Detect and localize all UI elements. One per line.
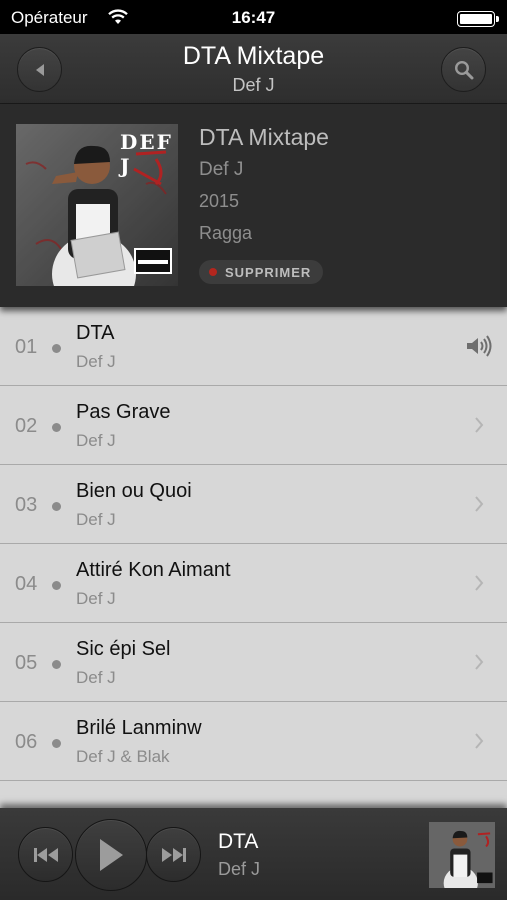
back-button[interactable]: [17, 47, 62, 92]
battery-icon: [457, 11, 499, 27]
play-icon: [100, 839, 123, 871]
delete-button[interactable]: SUPPRIMER: [199, 260, 324, 284]
track-title: DTA: [76, 322, 115, 344]
delete-dot-icon: [209, 268, 217, 276]
track-title: Sic épi Sel: [76, 638, 171, 660]
bullet-icon: [52, 581, 61, 590]
track-artist: Def J: [76, 352, 116, 371]
track-row[interactable]: 06 Brilé Lanminw Def J & Blak: [0, 702, 507, 781]
track-row[interactable]: 03 Bien ou Quoi Def J: [0, 465, 507, 544]
track-artist: Def J: [76, 510, 116, 529]
bullet-icon: [52, 423, 61, 432]
track-artist: Def J & Blak: [76, 747, 170, 766]
album-year: 2015: [199, 191, 240, 211]
search-button[interactable]: [441, 47, 486, 92]
album-title: DTA Mixtape: [199, 124, 329, 150]
bullet-icon: [52, 739, 61, 748]
track-number: 05: [15, 652, 38, 674]
track-title: Brilé Lanminw: [76, 717, 202, 739]
track-artist: Def J: [76, 668, 116, 687]
chevron-right-icon: [465, 728, 493, 754]
status-bar: Opérateur 16:47: [0, 0, 507, 34]
now-playing-cover[interactable]: [429, 822, 495, 888]
page-subtitle: Def J: [232, 75, 275, 95]
bullet-icon: [52, 344, 61, 353]
track-number: 06: [15, 731, 38, 753]
next-icon: [161, 847, 186, 862]
album-header: DEF J DTA Mixtape Def J 2015 Ragga SUPPR…: [0, 104, 507, 307]
chevron-right-icon: [465, 412, 493, 438]
bullet-icon: [52, 502, 61, 511]
track-number: 02: [15, 415, 38, 437]
bullet-icon: [52, 660, 61, 669]
search-icon: [454, 60, 473, 79]
chevron-right-icon: [465, 570, 493, 596]
track-number: 04: [15, 573, 38, 595]
track-artist: Def J: [76, 589, 116, 608]
chevron-right-icon: [465, 649, 493, 675]
now-playing-bar: DTA Def J: [0, 808, 507, 900]
back-arrow-icon: [35, 63, 44, 76]
track-row[interactable]: 05 Sic épi Sel Def J: [0, 623, 507, 702]
track-title: Attiré Kon Aimant: [76, 559, 231, 581]
track-artist: Def J: [76, 431, 116, 450]
navigation-bar: DTA Mixtape Def J: [0, 34, 507, 104]
now-playing-artist: Def J: [218, 859, 261, 879]
track-number: 01: [15, 336, 38, 358]
album-cover: DEF J: [16, 124, 178, 286]
track-title: Pas Grave: [76, 401, 171, 423]
play-button[interactable]: [75, 819, 147, 891]
track-row[interactable]: 02 Pas Grave Def J: [0, 386, 507, 465]
delete-label: SUPPRIMER: [225, 264, 312, 280]
previous-icon: [33, 847, 58, 862]
cover-logo-text: DEF J: [120, 130, 173, 178]
track-list[interactable]: 01 DTA Def J 02 Pas Grave Def J 03 Bien …: [0, 307, 507, 808]
next-button[interactable]: [146, 827, 201, 882]
album-genre: Ragga: [199, 223, 253, 243]
track-title: Bien ou Quoi: [76, 480, 192, 502]
chevron-right-icon: [465, 491, 493, 517]
album-artist: Def J: [199, 159, 244, 180]
now-playing-title: DTA: [218, 830, 259, 853]
track-row-partial[interactable]: [0, 781, 507, 808]
track-row[interactable]: 01 DTA Def J: [0, 307, 507, 386]
status-clock: 16:47: [231, 8, 276, 27]
track-row[interactable]: 04 Attiré Kon Aimant Def J: [0, 544, 507, 623]
track-number: 03: [15, 494, 38, 516]
speaker-icon: [465, 333, 493, 359]
page-title: DTA Mixtape: [182, 42, 325, 70]
previous-button[interactable]: [18, 827, 73, 882]
